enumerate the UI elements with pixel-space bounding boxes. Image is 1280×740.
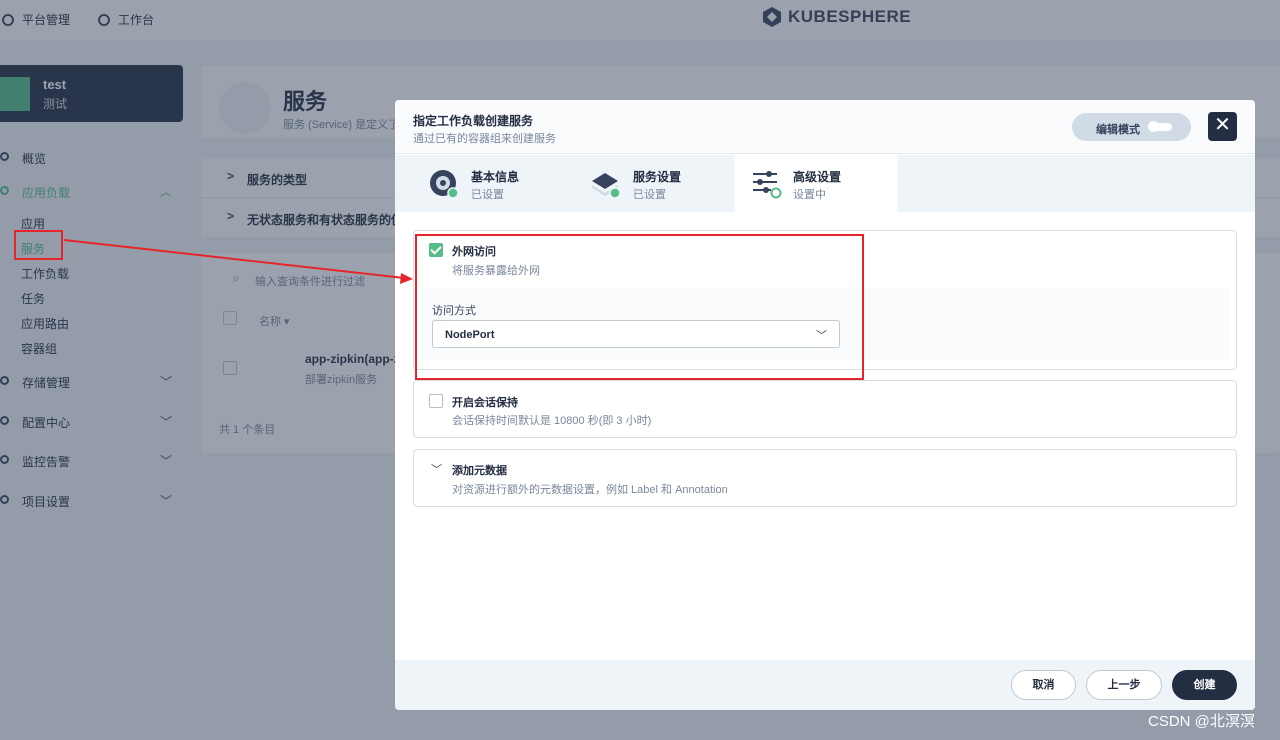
toggle-switch (1148, 121, 1172, 132)
modal-subtitle: 通过已有的容器组来创建服务 (413, 133, 556, 145)
watermark: CSDN @北溟溟 (1148, 713, 1255, 730)
modal-footer: 取消 上一步 创建 (395, 660, 1255, 710)
step-service-settings[interactable]: 服务设置 已设置 (575, 155, 725, 212)
create-button[interactable]: 创建 (1172, 670, 1237, 700)
chevron-down-icon: ﹀ (431, 464, 442, 476)
step-basic-info[interactable]: 基本信息 已设置 (413, 155, 563, 212)
annotation-box-services (14, 230, 63, 260)
modal-title: 指定工作负载创建服务 (413, 114, 534, 128)
step-tabs: 基本信息 已设置 服务设置 已设置 高级设置 设置中 (395, 155, 1255, 212)
modal-header: 指定工作负载创建服务 通过已有的容器组来创建服务 编辑模式 ✕ (395, 100, 1255, 154)
session-affinity-checkbox[interactable] (429, 394, 443, 408)
step-advanced-settings[interactable]: 高级设置 设置中 (735, 155, 897, 212)
close-button[interactable]: ✕ (1208, 112, 1237, 141)
sliders-icon (753, 171, 782, 199)
session-affinity-card: 开启会话保持 会话保持时间默认是 10800 秒(即 3 小时) (413, 380, 1237, 438)
edit-mode-toggle[interactable]: 编辑模式 (1072, 113, 1191, 141)
create-service-modal: 指定工作负载创建服务 通过已有的容器组来创建服务 编辑模式 ✕ 基本信息 已设置 (395, 100, 1255, 710)
metadata-card[interactable]: ﹀ 添加元数据 对资源进行额外的元数据设置，例如 Label 和 Annotat… (413, 449, 1237, 507)
basic-info-icon (430, 170, 459, 199)
cancel-button[interactable]: 取消 (1011, 670, 1076, 700)
annotation-box-external-access (415, 234, 864, 380)
service-settings-icon (592, 173, 621, 199)
previous-step-button[interactable]: 上一步 (1086, 670, 1162, 700)
